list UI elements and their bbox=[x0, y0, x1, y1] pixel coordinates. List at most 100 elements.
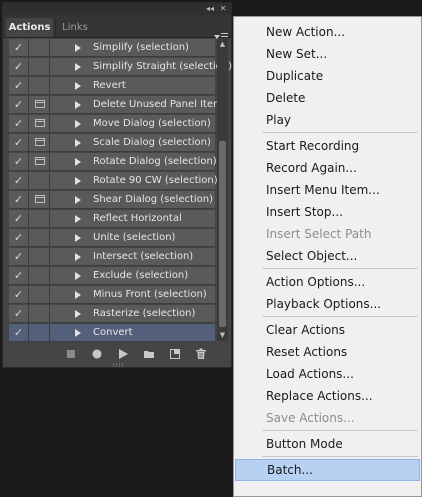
toggle-item-checkmark-icon[interactable]: ✓ bbox=[9, 305, 29, 323]
action-row[interactable]: ✓ Minus Front (selection) bbox=[9, 286, 215, 304]
action-row[interactable]: ✓ Simplify Straight (selection) bbox=[9, 58, 232, 76]
expand-triangle-icon[interactable] bbox=[75, 272, 81, 280]
resize-grip[interactable] bbox=[113, 363, 125, 367]
expand-triangle-icon[interactable] bbox=[75, 101, 81, 109]
menu-item[interactable]: Play bbox=[234, 109, 421, 131]
menu-item[interactable]: Playback Options... bbox=[234, 293, 421, 315]
toggle-item-checkmark-icon[interactable]: ✓ bbox=[9, 39, 29, 57]
toggle-item-checkmark-icon[interactable]: ✓ bbox=[9, 77, 29, 95]
expand-triangle-icon[interactable] bbox=[75, 44, 81, 52]
action-row[interactable]: ✓ Rotate Dialog (selection) bbox=[9, 153, 217, 171]
menu-item[interactable]: Start Recording bbox=[234, 135, 421, 157]
menu-item[interactable]: Replace Actions... bbox=[234, 385, 421, 407]
toggle-dialog-cell[interactable] bbox=[30, 58, 50, 76]
toggle-dialog-cell[interactable] bbox=[30, 324, 50, 342]
toggle-item-checkmark-icon[interactable]: ✓ bbox=[9, 248, 29, 266]
toggle-dialog-cell[interactable] bbox=[30, 172, 50, 190]
expand-triangle-icon[interactable] bbox=[75, 310, 81, 318]
toggle-item-checkmark-icon[interactable]: ✓ bbox=[9, 286, 29, 304]
action-row[interactable]: ✓ Unite (selection) bbox=[9, 229, 215, 247]
toggle-dialog-cell[interactable] bbox=[30, 96, 50, 114]
toggle-dialog-cell[interactable] bbox=[30, 210, 50, 228]
trash-icon[interactable] bbox=[195, 348, 207, 360]
menu-item[interactable]: Reset Actions bbox=[234, 341, 421, 363]
play-icon[interactable] bbox=[117, 348, 129, 360]
toggle-item-checkmark-icon[interactable]: ✓ bbox=[9, 172, 29, 190]
tab-links[interactable]: Links bbox=[55, 18, 94, 37]
scrollbar-thumb[interactable] bbox=[219, 141, 226, 327]
expand-triangle-icon[interactable] bbox=[75, 139, 81, 147]
action-row[interactable]: ✓ Delete Unused Panel Items bbox=[9, 96, 228, 114]
menu-item[interactable]: Clear Actions bbox=[234, 319, 421, 341]
toggle-item-checkmark-icon[interactable]: ✓ bbox=[9, 191, 29, 209]
action-row[interactable]: ✓ Rotate 90 CW (selection) bbox=[9, 172, 218, 190]
action-row[interactable]: ✓ Rasterize (selection) bbox=[9, 305, 215, 323]
action-row[interactable]: ✓ Scale Dialog (selection) bbox=[9, 134, 215, 152]
action-row-label: Rasterize (selection) bbox=[93, 308, 196, 319]
toggle-dialog-cell[interactable] bbox=[30, 115, 50, 133]
toggle-item-checkmark-icon[interactable]: ✓ bbox=[9, 267, 29, 285]
collapse-panel-icon[interactable]: ◂◂ bbox=[205, 4, 215, 14]
menu-separator bbox=[262, 268, 418, 269]
expand-triangle-icon[interactable] bbox=[75, 234, 81, 242]
menu-item[interactable]: Duplicate bbox=[234, 65, 421, 87]
toggle-dialog-cell[interactable] bbox=[30, 248, 50, 266]
toggle-item-checkmark-icon[interactable]: ✓ bbox=[9, 153, 29, 171]
toggle-dialog-cell[interactable] bbox=[30, 39, 50, 57]
menu-item[interactable]: Delete bbox=[234, 87, 421, 109]
action-row[interactable]: ✓ Shear Dialog (selection) bbox=[9, 191, 215, 209]
menu-item[interactable]: Button Mode bbox=[234, 433, 421, 455]
menu-item[interactable]: Select Object... bbox=[234, 245, 421, 267]
action-row-label: Rotate 90 CW (selection) bbox=[93, 175, 218, 186]
tab-actions[interactable]: Actions bbox=[6, 18, 53, 37]
new-set-icon[interactable] bbox=[143, 348, 155, 360]
expand-triangle-icon[interactable] bbox=[75, 158, 81, 166]
expand-triangle-icon[interactable] bbox=[75, 215, 81, 223]
scroll-down-icon[interactable]: ▼ bbox=[217, 330, 228, 341]
toggle-item-checkmark-icon[interactable]: ✓ bbox=[9, 210, 29, 228]
toggle-item-checkmark-icon[interactable]: ✓ bbox=[9, 134, 29, 152]
menu-item[interactable]: Record Again... bbox=[234, 157, 421, 179]
stop-icon[interactable] bbox=[65, 348, 77, 360]
toggle-dialog-cell[interactable] bbox=[30, 286, 50, 304]
toggle-dialog-cell[interactable] bbox=[30, 77, 50, 95]
record-icon[interactable] bbox=[91, 348, 103, 360]
action-row[interactable]: ✓ Intersect (selection) bbox=[9, 248, 215, 266]
action-row[interactable]: ✓ Exclude (selection) bbox=[9, 267, 215, 285]
menu-item[interactable]: Action Options... bbox=[234, 271, 421, 293]
expand-triangle-icon[interactable] bbox=[75, 63, 81, 71]
menu-item[interactable]: New Action... bbox=[234, 21, 421, 43]
scroll-up-icon[interactable]: ▲ bbox=[217, 39, 228, 50]
expand-triangle-icon[interactable] bbox=[75, 82, 81, 90]
action-row[interactable]: ✓ Revert bbox=[9, 77, 215, 95]
toggle-item-checkmark-icon[interactable]: ✓ bbox=[9, 324, 29, 342]
expand-triangle-icon[interactable] bbox=[75, 253, 81, 261]
expand-triangle-icon[interactable] bbox=[75, 120, 81, 128]
toggle-item-checkmark-icon[interactable]: ✓ bbox=[9, 96, 29, 114]
menu-item[interactable]: Batch... bbox=[235, 459, 420, 481]
action-row-label: Simplify Straight (selection) bbox=[93, 61, 233, 72]
action-row[interactable]: ✓ Move Dialog (selection) bbox=[9, 115, 215, 133]
expand-triangle-icon[interactable] bbox=[75, 196, 81, 204]
expand-triangle-icon[interactable] bbox=[75, 177, 81, 185]
new-action-icon[interactable] bbox=[169, 348, 181, 360]
menu-item[interactable]: Insert Stop... bbox=[234, 201, 421, 223]
action-row[interactable]: ✓ Reflect Horizontal bbox=[9, 210, 215, 228]
action-row[interactable]: ✓ Simplify (selection) bbox=[9, 39, 215, 57]
expand-triangle-icon[interactable] bbox=[75, 329, 81, 337]
toggle-dialog-cell[interactable] bbox=[30, 134, 50, 152]
menu-item[interactable]: Load Actions... bbox=[234, 363, 421, 385]
expand-triangle-icon[interactable] bbox=[75, 291, 81, 299]
toggle-dialog-cell[interactable] bbox=[30, 267, 50, 285]
toggle-dialog-cell[interactable] bbox=[30, 191, 50, 209]
action-row[interactable]: ✓ Convert bbox=[9, 324, 215, 342]
menu-item[interactable]: New Set... bbox=[234, 43, 421, 65]
toggle-dialog-cell[interactable] bbox=[30, 305, 50, 323]
toggle-item-checkmark-icon[interactable]: ✓ bbox=[9, 229, 29, 247]
close-panel-icon[interactable]: ✕ bbox=[218, 4, 228, 14]
menu-item[interactable]: Insert Menu Item... bbox=[234, 179, 421, 201]
toggle-dialog-cell[interactable] bbox=[30, 153, 50, 171]
toggle-dialog-cell[interactable] bbox=[30, 229, 50, 247]
toggle-item-checkmark-icon[interactable]: ✓ bbox=[9, 115, 29, 133]
toggle-item-checkmark-icon[interactable]: ✓ bbox=[9, 58, 29, 76]
